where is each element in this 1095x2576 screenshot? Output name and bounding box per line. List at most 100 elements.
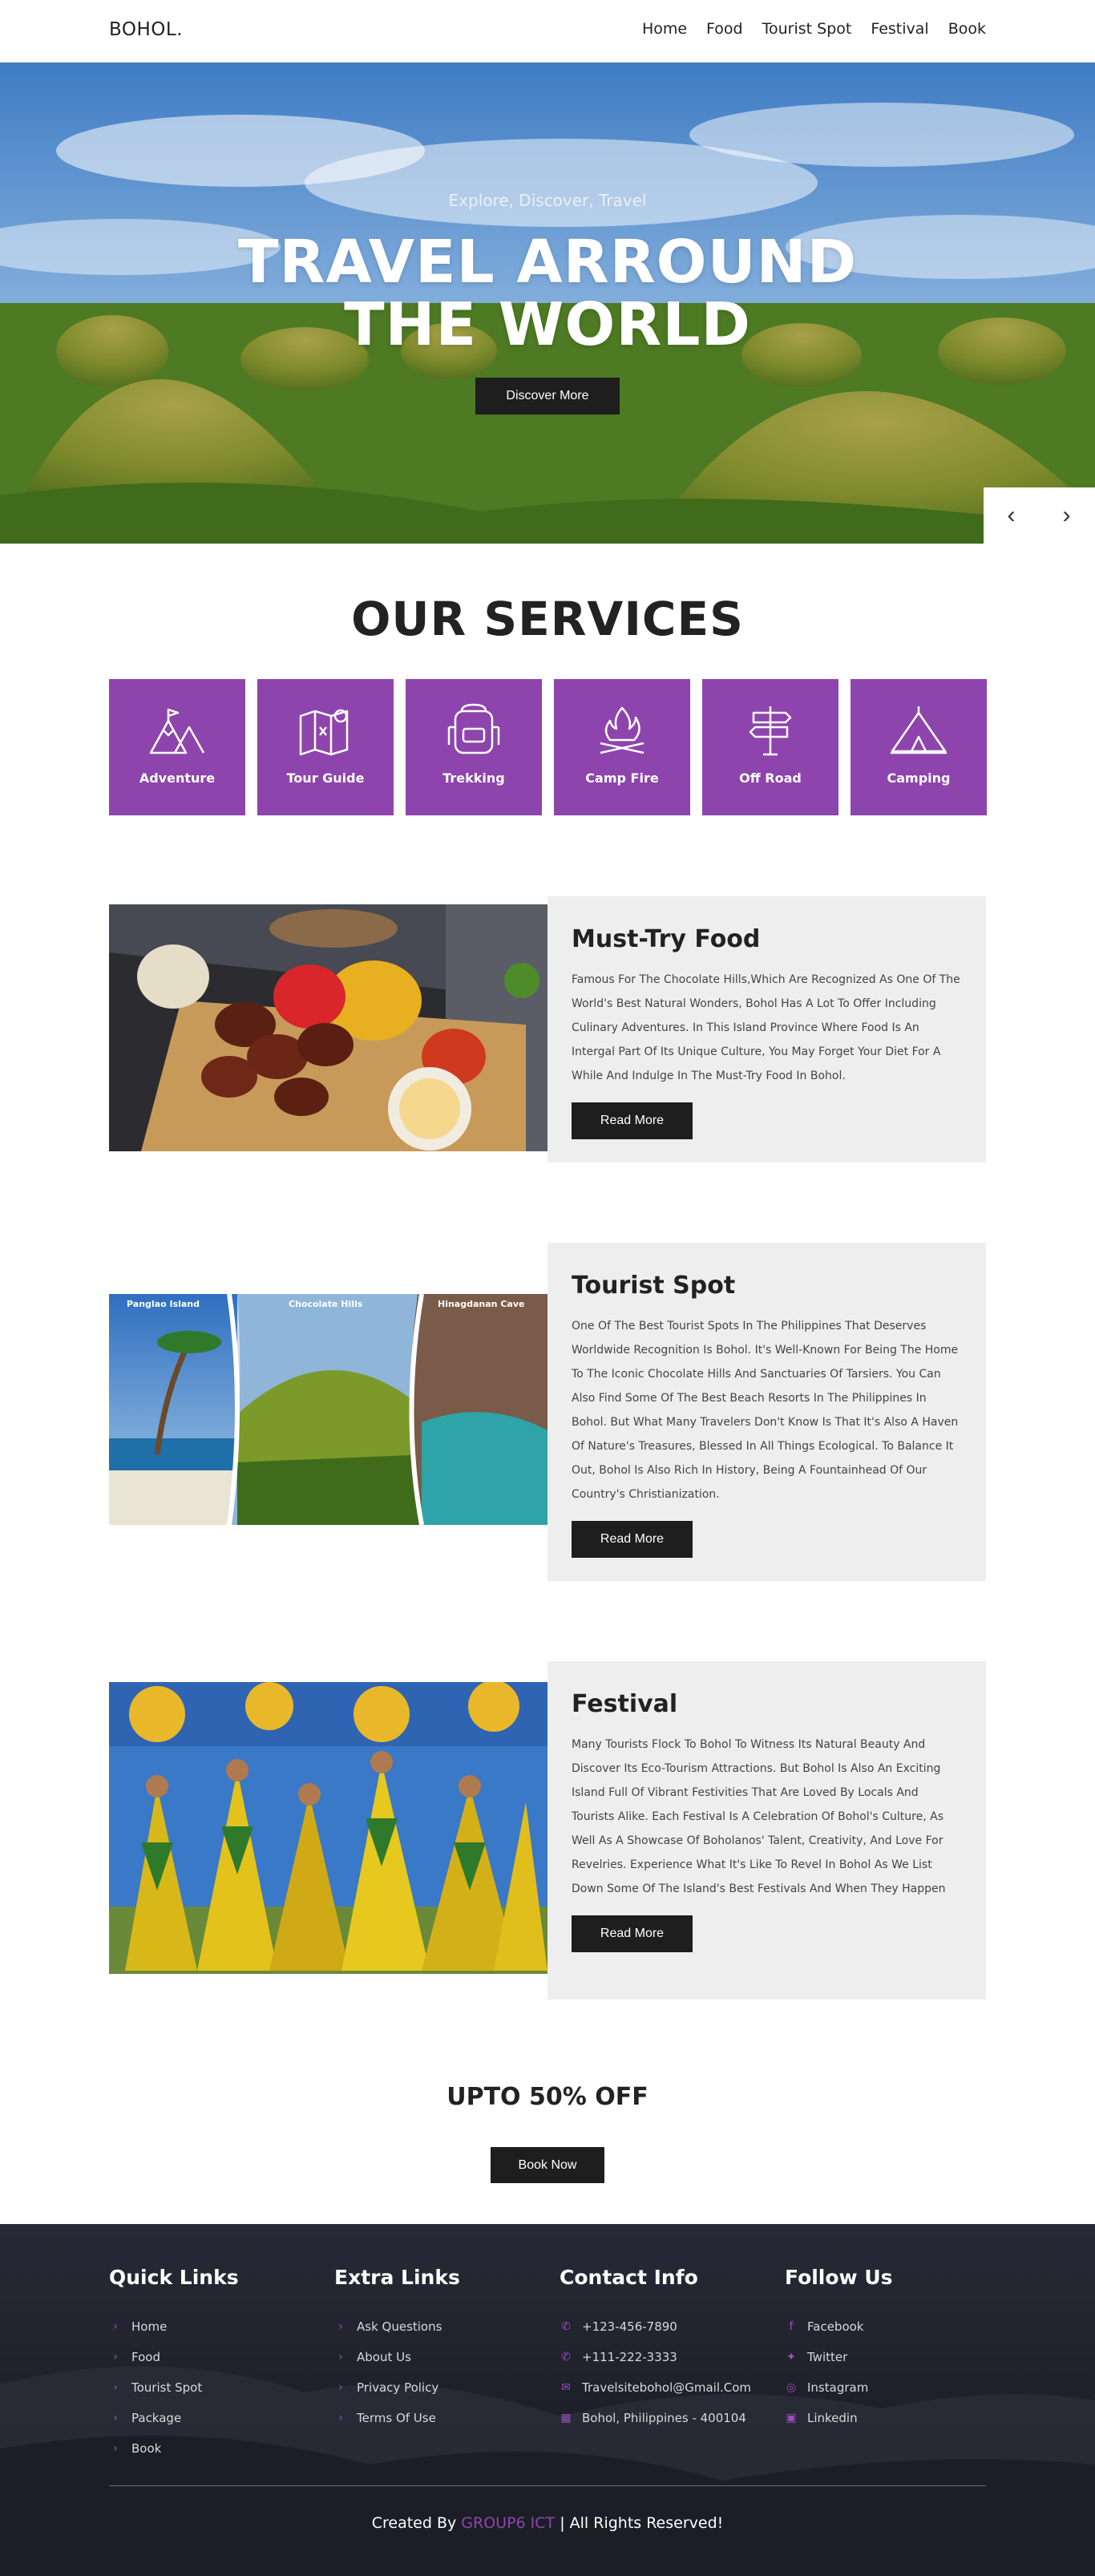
footer-link-package[interactable]: › Package [109, 2403, 239, 2433]
chevron-right-icon: › [113, 2412, 118, 2424]
nav-book[interactable]: Book [948, 20, 986, 38]
tourist-spot-read-more-button[interactable]: Read More [572, 1521, 693, 1558]
signpost-icon [749, 706, 792, 756]
image-label-chocolate-hills: Chocolate Hills [289, 1299, 363, 1309]
tourist-spot-title: Tourist Spot [572, 1272, 736, 1300]
chevron-right-icon: › [338, 2412, 343, 2424]
facebook-icon: f [789, 2320, 794, 2333]
credit-suffix: | All Rights Reserved! [560, 2514, 724, 2532]
service-card-camp-fire[interactable]: Camp Fire [554, 679, 690, 815]
food-description: Famous For The Chocolate Hills,Which Are… [572, 973, 960, 1082]
image-label-hinagdanan-cave: Hinagdanan Cave [438, 1299, 524, 1309]
follow-us-column: Follow Us f Facebook ✦ Twitter ◎ Instagram … [785, 2266, 893, 2433]
services-title: OUR SERVICES [351, 592, 744, 646]
festival-image [109, 1682, 548, 1974]
footer-link-ask-questions[interactable]: › Ask Questions [334, 2311, 460, 2342]
service-label: Trekking [442, 770, 505, 786]
food-read-more-button[interactable]: Read More [572, 1102, 693, 1139]
feature-tourist-spot: Panglao Island Chocolate Hills Hinagdana… [109, 1243, 986, 1581]
footer-link-food[interactable]: › Food [109, 2342, 239, 2372]
contact-email[interactable]: ✉ Travelsitebohol@Gmail.Com [560, 2372, 751, 2403]
service-card-tour-guide[interactable]: Tour Guide [257, 679, 394, 815]
tent-icon [891, 706, 947, 754]
social-twitter[interactable]: ✦ Twitter [785, 2342, 893, 2372]
service-label: Tour Guide [286, 770, 365, 786]
credit-prefix: Created By [371, 2514, 457, 2532]
chevron-right-icon: › [1062, 502, 1071, 528]
slider-controls: ‹ › [984, 487, 1095, 544]
contact-phone-2[interactable]: ✆ +111-222-3333 [560, 2342, 751, 2372]
quick-links-column: Quick Links › Home › Food › Tourist Spot › P… [109, 2266, 239, 2464]
footer-link-tourist-spot[interactable]: › Tourist Spot [109, 2372, 239, 2403]
chevron-right-icon: › [338, 2381, 343, 2394]
feature-festival: Festival Many Tourists Flock To Bohol To… [109, 1661, 986, 2000]
chevron-right-icon: › [338, 2320, 343, 2333]
book-now-button[interactable]: Book Now [491, 2147, 604, 2183]
image-label-panglao: Panglao Island [127, 1299, 200, 1309]
footer-link-privacy-policy[interactable]: › Privacy Policy [334, 2372, 460, 2403]
festival-title: Festival [572, 1690, 678, 1718]
footer-link-book[interactable]: › Book [109, 2433, 239, 2464]
social-facebook[interactable]: f Facebook [785, 2311, 893, 2342]
site-header: BOHOL. Home Food Tourist Spot Festival B… [0, 0, 1095, 63]
contact-info-column: Contact Info ✆ +123-456-7890 ✆ +111-222-33… [560, 2266, 751, 2433]
instagram-icon: ◎ [786, 2381, 797, 2394]
hero-title-line-2: THE WORLD [344, 290, 751, 359]
phone-icon: ✆ [561, 2351, 571, 2364]
hero-slider: Explore, Discover, Travel TRAVEL ARROUND… [0, 63, 1095, 544]
campfire-icon [600, 706, 644, 754]
social-linkedin[interactable]: ▣ Linkedin [785, 2403, 893, 2433]
hero-title: TRAVEL ARROUND THE WORLD [0, 231, 1095, 356]
contact-address: ▦ Bohol, Philippines - 400104 [560, 2411, 746, 2425]
service-card-camping[interactable]: Camping [851, 679, 987, 815]
social-instagram[interactable]: ◎ Instagram [785, 2372, 893, 2403]
festival-info-panel: Festival Many Tourists Flock To Bohol To… [548, 1661, 986, 2000]
nav-food[interactable]: Food [706, 20, 743, 38]
credit-brand[interactable]: GROUP6 ICT [461, 2514, 555, 2532]
service-card-trekking[interactable]: Trekking [406, 679, 542, 815]
footer-link-about-us[interactable]: › About Us [334, 2342, 460, 2372]
feature-food: Must-Try Food Famous For The Chocolate H… [109, 896, 986, 1163]
service-label: Off Road [739, 770, 802, 786]
nav-festival[interactable]: Festival [871, 20, 928, 38]
food-image [109, 904, 548, 1151]
footer-credit: Created By GROUP6 ICT | All Rights Reser… [0, 2514, 1095, 2532]
festival-description: Many Tourists Flock To Bohol To Witness … [572, 1738, 946, 1895]
chevron-right-icon: › [113, 2381, 118, 2394]
envelope-icon: ✉ [561, 2381, 571, 2394]
chevron-left-icon: ‹ [1007, 502, 1016, 528]
hero-subtitle: Explore, Discover, Travel [448, 191, 647, 210]
service-card-adventure[interactable]: Adventure [109, 679, 245, 815]
slider-prev-button[interactable]: ‹ [984, 487, 1039, 544]
chevron-right-icon: › [113, 2320, 118, 2333]
chevron-right-icon: › [113, 2351, 118, 2364]
footer-divider [109, 2485, 986, 2486]
map-icon [299, 709, 349, 756]
tourist-spot-image: Panglao Island Chocolate Hills Hinagdana… [109, 1294, 548, 1525]
services-grid: Adventure Tour Guide Trekking Camp Fire … [109, 679, 987, 815]
service-label: Camping [887, 770, 951, 786]
discover-more-button[interactable]: Discover More [475, 378, 620, 415]
hero-title-line-1: TRAVEL ARROUND [237, 228, 858, 297]
contact-phone-1[interactable]: ✆ +123-456-7890 [560, 2311, 751, 2342]
nav-tourist-spot[interactable]: Tourist Spot [762, 20, 852, 38]
contact-info-title: Contact Info [560, 2266, 698, 2289]
extra-links-title: Extra Links [334, 2266, 460, 2289]
footer-link-terms-of-use[interactable]: › Terms Of Use [334, 2403, 460, 2433]
slider-next-button[interactable]: › [1039, 487, 1094, 544]
backpack-icon [447, 703, 500, 754]
quick-links-title: Quick Links [109, 2266, 239, 2289]
service-card-off-road[interactable]: Off Road [702, 679, 838, 815]
logo[interactable]: BOHOL. [109, 19, 183, 40]
twitter-icon: ✦ [786, 2351, 796, 2364]
extra-links-column: Extra Links › Ask Questions › About Us › Pr… [334, 2266, 460, 2433]
festival-read-more-button[interactable]: Read More [572, 1915, 693, 1952]
chevron-right-icon: › [113, 2442, 118, 2455]
offer-title: UPTO 50% OFF [446, 2083, 649, 2111]
footer-link-home[interactable]: › Home [109, 2311, 239, 2342]
linkedin-icon: ▣ [786, 2412, 797, 2424]
main-nav: Home Food Tourist Spot Festival Book [642, 20, 986, 38]
nav-home[interactable]: Home [642, 20, 687, 38]
service-label: Adventure [139, 770, 216, 786]
service-label: Camp Fire [585, 770, 659, 786]
